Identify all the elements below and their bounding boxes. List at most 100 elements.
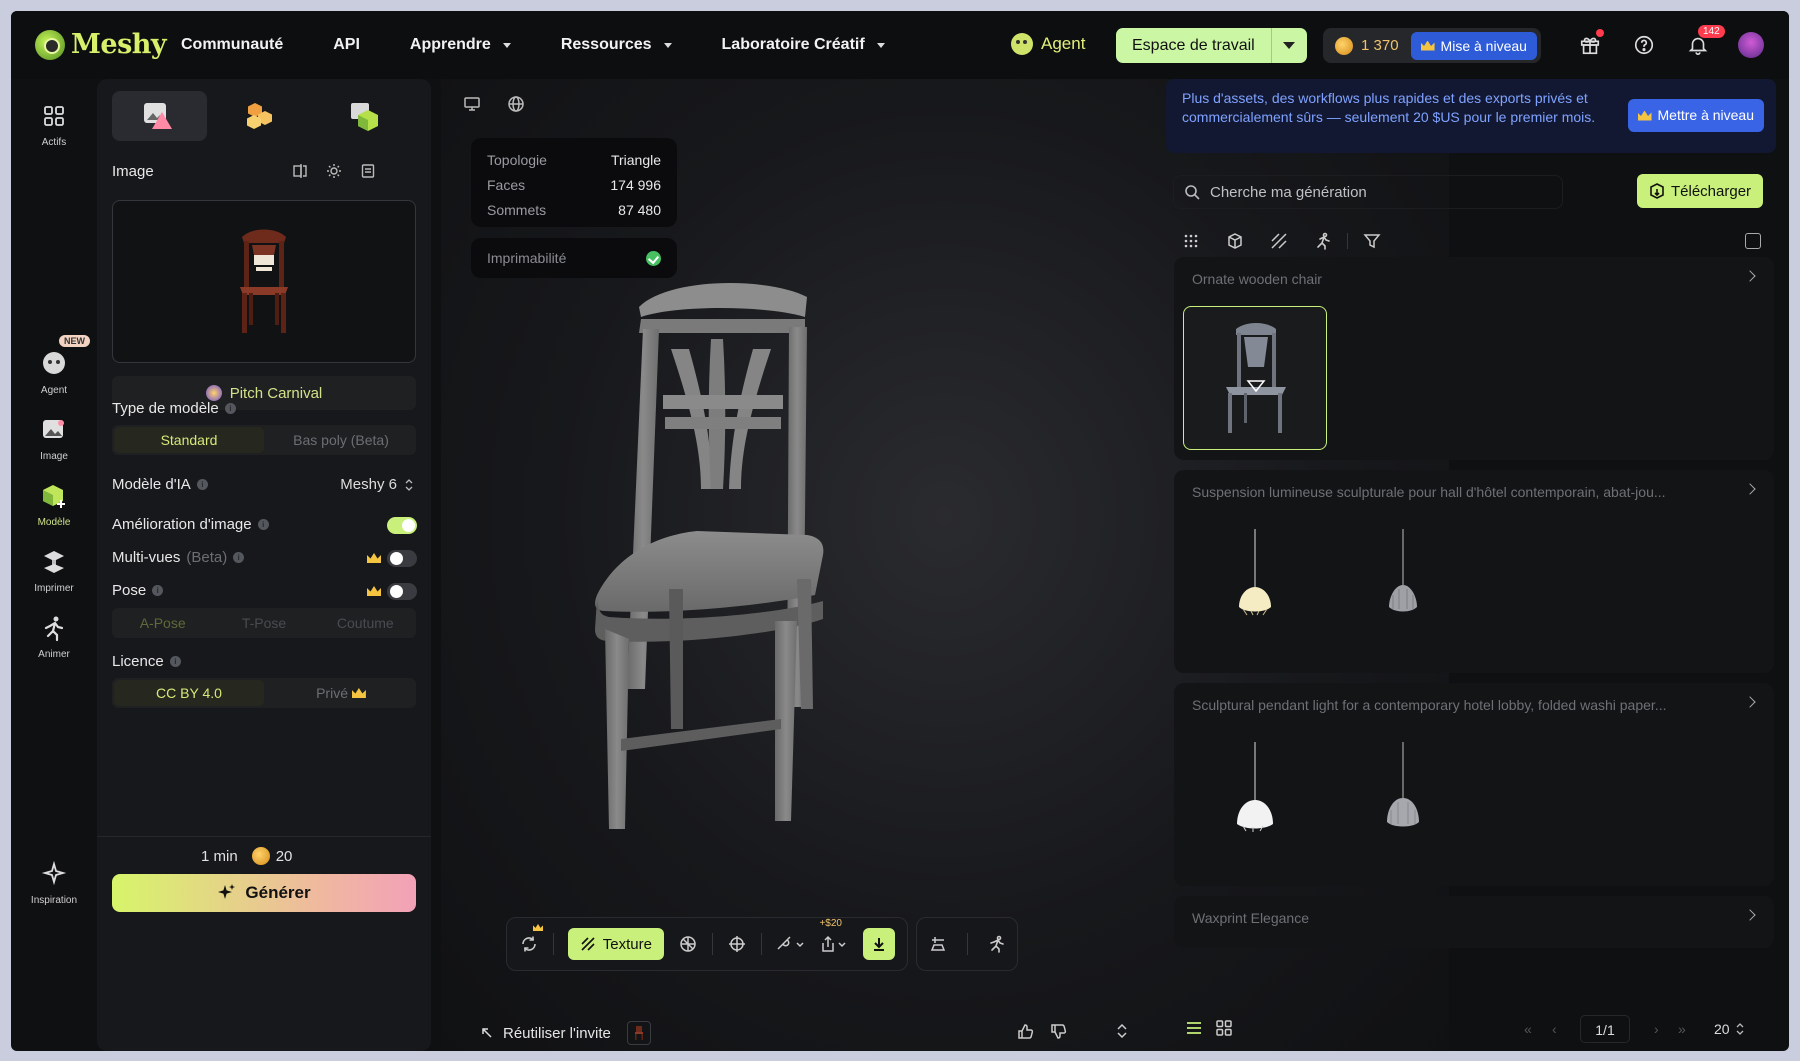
regenerate-icon[interactable] [519,924,543,956]
nav-resources[interactable]: Ressources [561,36,672,54]
ai-model-select[interactable]: Meshy 6 [340,476,413,493]
image-upload-box[interactable] [112,200,416,363]
search-input[interactable]: Cherche ma génération [1173,175,1563,209]
upgrade-button[interactable]: Mise à niveau [1410,31,1537,60]
tab-multi-image[interactable] [215,91,310,141]
texture-button[interactable]: Texture [567,928,664,960]
multiview-toggle[interactable] [387,550,417,567]
model-type-lowpoly[interactable]: Bas poly (Beta) [266,432,416,448]
workspace-dropdown-button[interactable] [1271,28,1307,63]
chevron-right-icon[interactable] [1744,909,1756,921]
animation-filter-icon[interactable] [1313,231,1333,251]
page-input[interactable]: 1/1 [1580,1015,1630,1043]
rail-item-print[interactable]: Imprimer [11,547,97,594]
texture-filter-icon[interactable] [1269,231,1289,251]
grid-view-icon[interactable] [1216,1020,1232,1040]
generation-card[interactable]: Suspension lumineuse sculpturale pour ha… [1174,470,1774,673]
export-dropdown[interactable]: +$20 [819,918,849,956]
rail-item-animate[interactable]: Animer [11,613,97,660]
rail-item-inspiration[interactable]: Inspiration [11,859,97,906]
logo[interactable]: Meshy [35,29,167,60]
generation-thumbnail[interactable] [1183,732,1327,876]
list-view-icon[interactable] [1186,1021,1202,1039]
download-icon [874,938,885,951]
info-icon[interactable]: i [169,656,181,667]
document-icon[interactable] [360,163,376,183]
style-avatar-icon [205,385,222,401]
reuse-prompt-button[interactable]: Réutiliser l'invite [481,1025,611,1042]
monitor-icon[interactable] [463,95,481,117]
generation-card[interactable]: Ornate wooden chair [1174,257,1774,460]
crown-icon [351,688,366,698]
pose-toggle[interactable] [387,583,417,600]
avatar[interactable] [1738,32,1764,58]
first-page-icon[interactable]: « [1524,1021,1532,1037]
nav-creative-lab[interactable]: Laboratoire Créatif [722,36,885,54]
rig-icon[interactable] [678,932,698,956]
chevron-right-icon[interactable] [1744,270,1756,282]
thumbs-down-icon[interactable] [1050,1023,1067,1044]
chevron-right-icon[interactable] [1744,483,1756,495]
info-icon[interactable]: i [233,552,245,563]
source-image-thumbnail[interactable] [627,1021,651,1045]
per-page-select[interactable]: 20 [1714,1021,1744,1037]
rail-item-image[interactable]: Image [11,415,97,462]
cube-icon [39,481,69,511]
tab-text-to-3d[interactable] [317,91,412,141]
rail-item-agent[interactable]: NEW Agent [11,335,97,396]
select-all-checkbox[interactable] [1745,233,1761,249]
funnel-filter-icon[interactable] [1362,231,1382,251]
promo-upgrade-button[interactable]: Mettre à niveau [1627,99,1764,132]
tab-image-to-3d[interactable] [112,91,207,141]
expand-updown-icon[interactable] [1117,1023,1127,1042]
animate-icon[interactable] [985,932,1009,956]
credits-pill[interactable]: 1 370 Mise à niveau [1323,28,1541,63]
thumbs-up-icon[interactable] [1017,1023,1034,1044]
model-filter-icon[interactable] [1225,231,1245,251]
pose-custom[interactable]: Coutume [315,615,416,631]
all-assets-filter-icon[interactable] [1181,231,1201,251]
card-title: Suspension lumineuse sculpturale pour ha… [1192,484,1666,500]
agent-link[interactable]: Agent [1011,33,1085,55]
prev-page-icon[interactable]: ‹ [1552,1021,1557,1037]
generation-thumbnail[interactable] [1183,306,1327,450]
generation-thumbnail[interactable] [1331,732,1475,876]
license-ccby[interactable]: CC BY 4.0 [114,680,264,706]
nav-community[interactable]: Communauté [181,36,283,54]
stat-faces: Faces 174 996 [487,173,661,198]
info-icon[interactable]: i [257,519,269,530]
chevron-right-icon[interactable] [1744,696,1756,708]
rail-item-model[interactable]: Modèle [11,481,97,528]
generation-thumbnail[interactable] [1331,519,1475,663]
gift-icon[interactable] [1576,29,1604,59]
pose-t[interactable]: T-Pose [213,615,314,631]
rail-item-assets[interactable]: Actifs [11,101,97,148]
next-page-icon[interactable]: › [1654,1021,1659,1037]
generation-card[interactable]: Waxprint Elegance [1174,896,1774,948]
info-icon[interactable]: i [152,585,164,596]
nav-learn[interactable]: Apprendre [410,36,511,54]
bell-icon[interactable]: 142 [1684,25,1725,59]
info-icon[interactable]: i [224,403,236,414]
generation-card[interactable]: Sculptural pendant light for a contempor… [1174,683,1774,886]
download-model-button[interactable] [863,928,895,960]
generation-thumbnail[interactable] [1183,519,1327,663]
transform-icon[interactable] [727,932,747,956]
model-type-standard[interactable]: Standard [114,427,264,453]
pose-a[interactable]: A-Pose [112,615,213,631]
license-private[interactable]: Privé [266,685,416,701]
enhance-toggle[interactable] [387,517,417,534]
last-page-icon[interactable]: » [1678,1021,1686,1037]
workspace-button[interactable]: Espace de travail [1116,28,1272,63]
generate-button[interactable]: Générer [112,874,416,912]
download-button[interactable]: Télécharger [1637,174,1764,208]
print-settings-icon[interactable] [926,932,950,956]
help-icon[interactable] [1630,31,1658,59]
light-bulb-icon[interactable] [326,163,342,183]
crop-icon[interactable] [292,163,308,183]
card-title: Waxprint Elegance [1192,910,1309,926]
info-icon[interactable]: i [196,479,208,490]
globe-icon[interactable] [507,95,525,117]
remesh-dropdown[interactable] [775,932,805,956]
nav-api[interactable]: API [333,36,360,54]
